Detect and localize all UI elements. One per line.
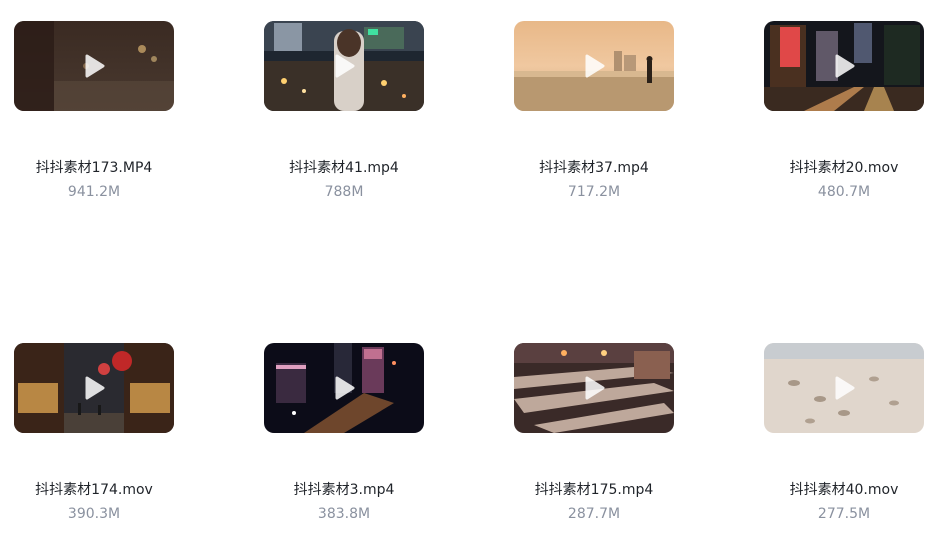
- video-card[interactable]: 抖抖素材173.MP4 941.2M: [14, 21, 214, 221]
- file-size: 383.8M: [317, 506, 371, 522]
- file-size: 480.7M: [817, 184, 871, 200]
- file-size: 287.7M: [567, 506, 621, 522]
- file-size: 941.2M: [67, 184, 121, 200]
- video-card[interactable]: 抖抖素材37.mp4 717.2M: [514, 21, 714, 221]
- file-name[interactable]: 抖抖素材41.mp4: [224, 159, 464, 177]
- play-icon[interactable]: [582, 54, 606, 78]
- file-name[interactable]: 抖抖素材40.mov: [724, 481, 940, 499]
- video-card[interactable]: 抖抖素材3.mp4 383.8M: [264, 343, 464, 543]
- file-name[interactable]: 抖抖素材3.mp4: [224, 481, 464, 499]
- video-card[interactable]: 抖抖素材20.mov 480.7M: [764, 21, 940, 221]
- file-name[interactable]: 抖抖素材20.mov: [724, 159, 940, 177]
- play-icon[interactable]: [332, 376, 356, 400]
- file-size: 390.3M: [67, 506, 121, 522]
- file-name[interactable]: 抖抖素材175.mp4: [474, 481, 714, 499]
- file-size: 717.2M: [567, 184, 621, 200]
- play-icon[interactable]: [832, 54, 856, 78]
- video-thumbnail[interactable]: [764, 21, 924, 111]
- play-icon[interactable]: [82, 376, 106, 400]
- video-thumbnail[interactable]: [14, 343, 174, 433]
- video-thumbnail[interactable]: [514, 21, 674, 111]
- video-thumbnail[interactable]: [264, 21, 424, 111]
- play-icon[interactable]: [332, 54, 356, 78]
- file-grid: 抖抖素材173.MP4 941.2M 抖抖素材41.mp4 788M 抖抖素材3…: [0, 0, 940, 531]
- file-name[interactable]: 抖抖素材37.mp4: [474, 159, 714, 177]
- video-card[interactable]: 抖抖素材174.mov 390.3M: [14, 343, 214, 543]
- play-icon[interactable]: [582, 376, 606, 400]
- video-thumbnail[interactable]: [264, 343, 424, 433]
- video-thumbnail[interactable]: [764, 343, 924, 433]
- play-icon[interactable]: [832, 376, 856, 400]
- file-size: 277.5M: [817, 506, 871, 522]
- video-thumbnail[interactable]: [14, 21, 174, 111]
- file-name[interactable]: 抖抖素材174.mov: [0, 481, 214, 499]
- video-card[interactable]: 抖抖素材175.mp4 287.7M: [514, 343, 714, 543]
- file-size: 788M: [324, 184, 364, 200]
- play-icon[interactable]: [82, 54, 106, 78]
- file-name[interactable]: 抖抖素材173.MP4: [0, 159, 214, 177]
- video-card[interactable]: 抖抖素材41.mp4 788M: [264, 21, 464, 221]
- video-card[interactable]: 抖抖素材40.mov 277.5M: [764, 343, 940, 543]
- video-thumbnail[interactable]: [514, 343, 674, 433]
